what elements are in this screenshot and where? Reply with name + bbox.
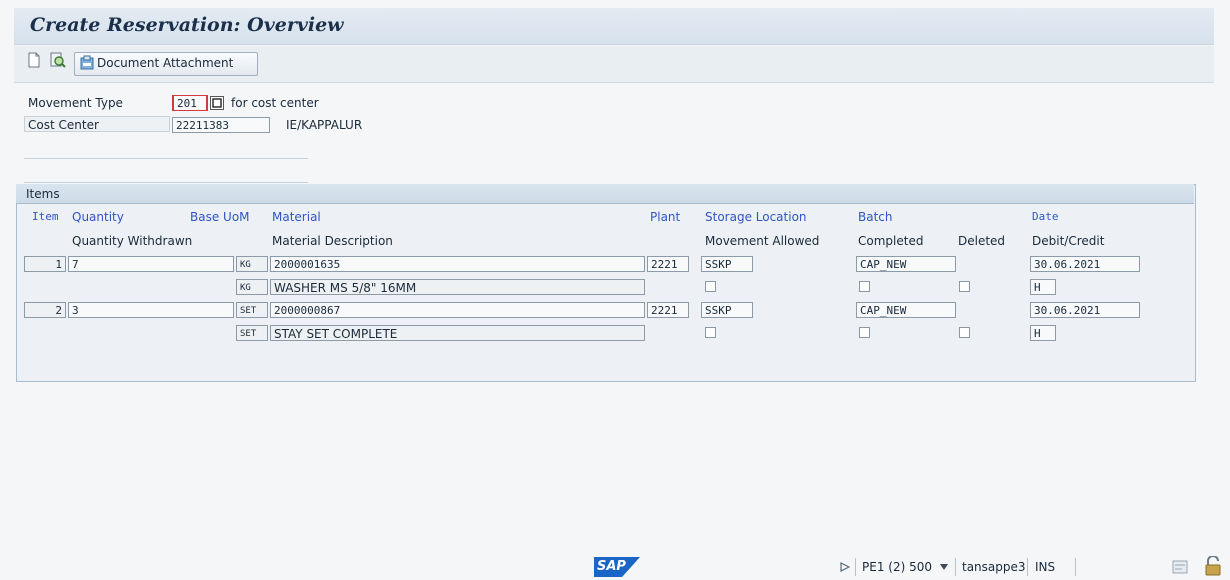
col-header-debit-credit: Debit/Credit <box>1032 234 1105 248</box>
layout-icon[interactable] <box>1172 560 1188 574</box>
col-header-deleted: Deleted <box>958 234 1006 248</box>
cost-center-description: IE/KAPPALUR <box>286 118 363 132</box>
col-header-material-description: Material Description <box>272 234 393 248</box>
sap-logo-text: SAP <box>597 559 626 574</box>
table-row-storage-location[interactable]: SSKP <box>701 256 753 272</box>
items-panel-header: Items <box>16 184 1194 204</box>
separator <box>1027 558 1028 576</box>
col-header-date[interactable]: Date <box>1032 210 1059 223</box>
cost-center-label-cell: Cost Center <box>24 116 170 132</box>
separator <box>24 182 308 183</box>
server-name: tansappe3 <box>962 560 1026 574</box>
find-icon[interactable] <box>50 52 66 68</box>
play-icon[interactable] <box>840 562 850 572</box>
lock-icon[interactable] <box>1204 556 1222 576</box>
deleted-checkbox[interactable] <box>959 327 970 338</box>
col-header-quantity-withdrawn: Quantity Withdrawn <box>72 234 193 248</box>
col-header-material[interactable]: Material <box>272 210 321 224</box>
f4-help-icon[interactable] <box>210 96 224 110</box>
col-header-completed: Completed <box>858 234 924 248</box>
table-row-quantity[interactable]: 7 <box>68 256 234 272</box>
col-header-quantity[interactable]: Quantity <box>72 210 124 224</box>
separator <box>855 558 856 576</box>
table-row-batch[interactable]: CAP_NEW <box>856 256 956 272</box>
table-row-uom: SET <box>236 302 268 318</box>
table-row-date[interactable]: 30.06.2021 <box>1030 302 1140 318</box>
separator <box>1075 558 1076 576</box>
completed-checkbox[interactable] <box>859 281 870 292</box>
page-title: Create Reservation: Overview <box>30 14 344 36</box>
table-row-plant[interactable]: 2221 <box>647 256 689 272</box>
table-row-plant[interactable]: 2221 <box>647 302 689 318</box>
table-row-material[interactable]: 2000001635 <box>270 256 645 272</box>
table-row-storage-location[interactable]: SSKP <box>701 302 753 318</box>
items-title: Items <box>26 187 60 201</box>
table-row-material-description: WASHER MS 5/8" 16MM <box>270 279 645 295</box>
table-row-material-description: STAY SET COMPLETE <box>270 325 645 341</box>
table-row-material[interactable]: 2000000867 <box>270 302 645 318</box>
table-row-debit-credit[interactable]: H <box>1030 279 1056 295</box>
sap-logo: SAP <box>594 557 640 577</box>
col-header-plant[interactable]: Plant <box>650 210 680 224</box>
table-row-batch[interactable]: CAP_NEW <box>856 302 956 318</box>
completed-checkbox[interactable] <box>859 327 870 338</box>
document-attachment-icon <box>80 55 94 70</box>
system-info: PE1 (2) 500 <box>862 560 932 574</box>
dropdown-icon[interactable] <box>940 564 948 570</box>
input-mode: INS <box>1035 560 1056 574</box>
movement-type-description: for cost center <box>231 96 319 110</box>
document-attachment-button[interactable]: Document Attachment <box>74 52 258 76</box>
table-row-item[interactable]: 2 <box>24 302 66 318</box>
movement-allowed-checkbox[interactable] <box>705 281 716 292</box>
separator <box>955 558 956 576</box>
document-attachment-label: Document Attachment <box>97 56 234 70</box>
table-row-uom: KG <box>236 256 268 272</box>
table-row-uom: SET <box>236 325 268 341</box>
table-row-quantity[interactable]: 3 <box>68 302 234 318</box>
col-header-storage-location[interactable]: Storage Location <box>705 210 807 224</box>
col-header-batch[interactable]: Batch <box>858 210 893 224</box>
table-row-date[interactable]: 30.06.2021 <box>1030 256 1140 272</box>
movement-type-label: Movement Type <box>28 96 123 110</box>
table-row-uom: KG <box>236 279 268 295</box>
table-row-debit-credit[interactable]: H <box>1030 325 1056 341</box>
col-header-base-uom[interactable]: Base UoM <box>190 210 250 224</box>
table-row-item[interactable]: 1 <box>24 256 66 272</box>
col-header-movement-allowed: Movement Allowed <box>705 234 820 248</box>
movement-allowed-checkbox[interactable] <box>705 327 716 338</box>
cost-center-label: Cost Center <box>28 118 99 132</box>
cost-center-field[interactable]: 22211383 <box>172 117 270 133</box>
new-document-icon[interactable] <box>26 52 42 68</box>
deleted-checkbox[interactable] <box>959 281 970 292</box>
separator <box>24 158 308 159</box>
movement-type-field[interactable]: 201 <box>172 95 208 111</box>
col-header-item[interactable]: Item <box>32 210 59 223</box>
